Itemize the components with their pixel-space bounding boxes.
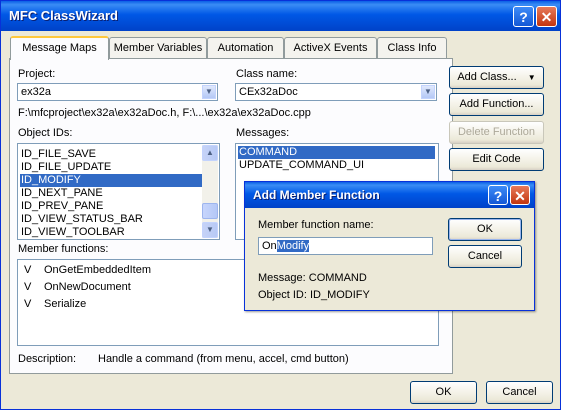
file-path: F:\mfcproject\ex32a\ex32aDoc.h, F:\...\e… — [18, 107, 311, 119]
class-name-combo[interactable]: CEx32aDoc ▼ — [235, 83, 437, 101]
list-item[interactable]: ID_FILE_UPDATE — [20, 161, 111, 174]
scroll-thumb[interactable] — [202, 203, 218, 219]
add-function-button[interactable]: Add Function... — [449, 93, 544, 116]
scroll-up-icon[interactable]: ▲ — [202, 145, 218, 161]
tab-member-variables[interactable]: Member Variables — [109, 37, 207, 58]
tab-message-maps[interactable]: Message Maps — [10, 36, 109, 60]
dropdown-arrow-icon: ▼ — [527, 73, 536, 82]
description-label: Description: — [18, 353, 77, 365]
project-label: Project: — [18, 68, 56, 80]
function-name-label: Member function name: — [258, 219, 374, 231]
function-name-selection: Modify — [276, 240, 310, 252]
ok-button[interactable]: OK — [410, 381, 477, 404]
member-function-flag: V — [24, 264, 32, 276]
member-functions-label: Member functions: — [18, 243, 109, 255]
object-ids-label: Object IDs: — [18, 127, 73, 139]
list-item-selected[interactable]: COMMAND — [238, 146, 435, 159]
cancel-button[interactable]: Cancel — [486, 381, 553, 404]
dialog-title: Add Member Function — [253, 188, 380, 202]
list-item[interactable]: UPDATE_COMMAND_UI — [238, 159, 364, 172]
delete-function-button[interactable]: Delete Function — [449, 121, 544, 144]
list-item[interactable]: ID_VIEW_TOOLBAR — [20, 226, 125, 239]
tab-activex-events[interactable]: ActiveX Events — [284, 37, 377, 58]
function-name-value: OnModify — [262, 240, 310, 252]
dialog-cancel-button[interactable]: Cancel — [448, 245, 522, 268]
list-item[interactable]: ID_NEXT_PANE — [20, 187, 103, 200]
member-function-flag: V — [24, 281, 32, 293]
chevron-down-icon[interactable]: ▼ — [202, 85, 216, 99]
object-ids-scrollbar[interactable]: ▲ ▼ — [202, 145, 218, 238]
class-name-label: Class name: — [236, 68, 298, 80]
member-function-flag: V — [24, 298, 32, 310]
list-item[interactable]: ID_PREV_PANE — [20, 200, 103, 213]
list-item[interactable]: ID_VIEW_STATUS_BAR — [20, 213, 143, 226]
add-class-label: Add Class... — [457, 71, 517, 83]
dialog-object-line: Object ID: ID_MODIFY — [258, 289, 370, 301]
dialog-ok-button[interactable]: OK — [448, 218, 522, 241]
title-bar[interactable]: MFC ClassWizard ? ✕ — [1, 1, 560, 31]
help-icon[interactable]: ? — [488, 185, 508, 205]
window-title: MFC ClassWizard — [9, 8, 118, 23]
description-text: Handle a command (from menu, accel, cmd … — [98, 353, 349, 365]
add-class-button[interactable]: Add Class... ▼ — [449, 66, 544, 89]
messages-label: Messages: — [236, 127, 290, 139]
chevron-down-icon[interactable]: ▼ — [421, 85, 435, 99]
add-member-function-dialog: Add Member Function ? ✕ Member function … — [244, 181, 535, 311]
function-name-input[interactable]: OnModify — [258, 237, 433, 255]
help-icon[interactable]: ? — [513, 6, 534, 27]
list-item-selected[interactable]: ID_MODIFY — [20, 174, 202, 187]
dialog-title-bar[interactable]: Add Member Function ? ✕ — [245, 182, 534, 208]
project-combo[interactable]: ex32a ▼ — [17, 83, 218, 101]
function-name-prefix: On — [262, 240, 277, 252]
list-item[interactable]: ID_FILE_SAVE — [20, 148, 96, 161]
tab-class-info[interactable]: Class Info — [377, 37, 447, 58]
dialog-message-line: Message: COMMAND — [258, 272, 367, 284]
close-icon[interactable]: ✕ — [510, 185, 530, 205]
member-function-name[interactable]: OnGetEmbeddedItem — [43, 264, 151, 277]
member-function-name[interactable]: Serialize — [43, 298, 86, 311]
project-value: ex32a — [21, 86, 51, 98]
object-ids-list[interactable]: ID_FILE_SAVE ID_FILE_UPDATE ID_MODIFY ID… — [17, 143, 220, 240]
tab-automation[interactable]: Automation — [207, 37, 284, 58]
member-function-name[interactable]: OnNewDocument — [43, 281, 131, 294]
close-icon[interactable]: ✕ — [536, 6, 557, 27]
scroll-down-icon[interactable]: ▼ — [202, 222, 218, 238]
class-name-value: CEx32aDoc — [239, 86, 298, 98]
edit-code-button[interactable]: Edit Code — [449, 148, 544, 171]
